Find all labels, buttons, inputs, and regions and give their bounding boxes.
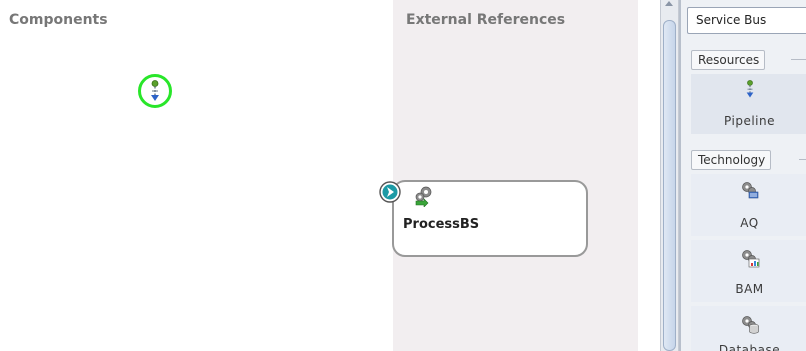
section-header-resources[interactable]: Resources bbox=[691, 50, 766, 70]
scroll-up-arrow-icon[interactable] bbox=[665, 1, 673, 6]
scrollbar-thumb[interactable] bbox=[663, 20, 676, 351]
aq-adapter-icon bbox=[741, 182, 758, 199]
section-header-technology[interactable]: Technology bbox=[691, 150, 772, 170]
section-divider bbox=[791, 59, 806, 60]
business-service-label: ProcessBS bbox=[403, 217, 480, 232]
palette-item-label: BAM bbox=[735, 282, 764, 296]
gear-icon bbox=[415, 186, 432, 207]
service-port-icon[interactable] bbox=[379, 181, 401, 203]
drop-target-pipeline[interactable] bbox=[138, 74, 172, 108]
external-references-lane-title: External References bbox=[406, 12, 566, 28]
external-references-lane[interactable]: External References bbox=[393, 0, 638, 351]
components-lane-title: Components bbox=[9, 12, 108, 28]
component-palette: Service Bus Resources Pipeline Technolog… bbox=[679, 0, 806, 351]
palette-scrollbar[interactable] bbox=[660, 0, 679, 351]
section-divider bbox=[799, 159, 806, 160]
palette-tab-service-bus[interactable]: Service Bus bbox=[687, 7, 806, 34]
canvas-divider bbox=[638, 0, 660, 351]
pipeline-icon bbox=[746, 80, 753, 98]
components-lane[interactable]: Components bbox=[0, 0, 393, 351]
pipeline-icon bbox=[151, 80, 159, 101]
database-adapter-icon bbox=[741, 316, 759, 334]
palette-item-database[interactable]: Database bbox=[691, 306, 806, 351]
palette-item-label: Database bbox=[718, 343, 781, 351]
palette-item-label: Pipeline bbox=[724, 114, 775, 128]
bam-adapter-icon bbox=[741, 250, 759, 268]
palette-item-bam[interactable]: BAM bbox=[691, 240, 806, 302]
business-service-card[interactable]: ProcessBS bbox=[392, 180, 588, 257]
palette-item-aq[interactable]: AQ bbox=[691, 174, 806, 236]
composite-editor: Components External References ProcessBS bbox=[0, 0, 806, 351]
palette-item-pipeline[interactable]: Pipeline bbox=[691, 74, 806, 134]
palette-item-label: AQ bbox=[740, 216, 759, 230]
